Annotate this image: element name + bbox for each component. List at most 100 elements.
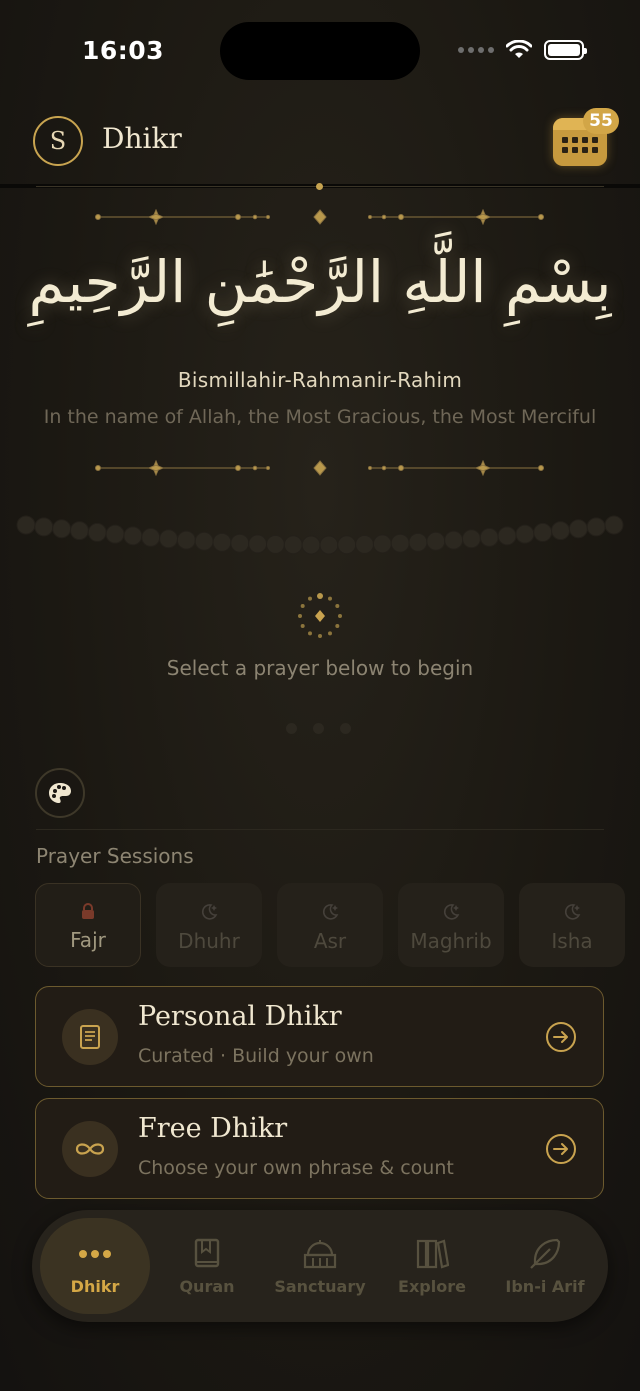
card-title: Free Dhikr bbox=[138, 1113, 288, 1144]
spinner-dot bbox=[335, 604, 340, 608]
bead bbox=[461, 529, 481, 549]
spinner-dot bbox=[300, 604, 305, 608]
bead bbox=[355, 534, 375, 554]
spinner-diamond bbox=[315, 610, 325, 622]
bead bbox=[444, 530, 464, 550]
tab-explore[interactable]: Explore bbox=[377, 1218, 487, 1314]
session-label: Fajr bbox=[70, 928, 106, 952]
spinner-dot bbox=[328, 596, 332, 601]
spinner-dot bbox=[328, 631, 332, 636]
arrow-right-circle-icon[interactable] bbox=[545, 1133, 577, 1165]
bead bbox=[390, 533, 410, 553]
bead bbox=[283, 535, 303, 555]
session-dhuhr[interactable]: Dhuhr bbox=[156, 883, 262, 967]
bead bbox=[69, 521, 89, 541]
free-dhikr-card[interactable]: Free Dhikr Choose your own phrase & coun… bbox=[35, 1098, 604, 1199]
spinner-dot bbox=[335, 624, 340, 628]
loading-spinner-icon bbox=[298, 593, 342, 638]
card-title: Personal Dhikr bbox=[138, 1001, 342, 1032]
bead bbox=[16, 515, 36, 535]
bead bbox=[604, 515, 624, 535]
status-time: 16:03 bbox=[82, 36, 165, 65]
bead bbox=[141, 527, 161, 547]
session-label: Maghrib bbox=[410, 929, 492, 953]
moon-star-icon bbox=[199, 901, 219, 923]
tab-label: Dhikr bbox=[70, 1276, 120, 1296]
bead bbox=[34, 517, 54, 537]
book-icon bbox=[62, 1009, 118, 1065]
select-prayer-prompt: Select a prayer below to begin bbox=[166, 656, 474, 680]
spinner-dot bbox=[338, 614, 342, 618]
feather-icon bbox=[528, 1237, 562, 1271]
mosque-icon bbox=[301, 1237, 339, 1271]
bead bbox=[265, 534, 285, 554]
verse-transliteration: Bismillahir-Rahmanir-Rahim bbox=[177, 368, 463, 392]
bead bbox=[551, 521, 571, 541]
bead bbox=[87, 522, 107, 542]
personal-dhikr-card[interactable]: Personal Dhikr Curated · Build your own bbox=[35, 986, 604, 1087]
session-label: Asr bbox=[313, 929, 347, 953]
book-icon bbox=[193, 1237, 221, 1271]
prayer-beads[interactable] bbox=[0, 508, 640, 558]
session-isha[interactable]: Isha bbox=[519, 883, 625, 967]
bead bbox=[426, 531, 446, 551]
prayer-sessions-heading: Prayer Sessions bbox=[36, 844, 194, 868]
section-divider bbox=[36, 829, 604, 830]
tab-bar: Dhikr Quran Sanctuary Explore Ibn-i Arif bbox=[32, 1210, 608, 1322]
theme-palette-button[interactable] bbox=[35, 768, 85, 818]
arrow-right-circle-icon[interactable] bbox=[545, 1021, 577, 1053]
spinner-dot bbox=[317, 593, 323, 599]
moon-star-icon bbox=[320, 901, 340, 923]
tab-label: Quran bbox=[179, 1276, 235, 1296]
bead bbox=[337, 535, 357, 555]
lock-icon bbox=[81, 900, 95, 922]
tab-label: Sanctuary bbox=[274, 1276, 366, 1296]
spinner-dot bbox=[308, 631, 312, 636]
bead bbox=[212, 532, 232, 552]
bead bbox=[105, 524, 125, 544]
battery-icon bbox=[544, 40, 587, 60]
session-asr[interactable]: Asr bbox=[277, 883, 383, 967]
bead bbox=[230, 533, 250, 553]
bead bbox=[408, 532, 428, 552]
moon-star-icon bbox=[562, 901, 582, 923]
verse-translation: In the name of Allah, the Most Gracious,… bbox=[43, 406, 597, 428]
bead bbox=[194, 531, 214, 551]
tab-label: Explore bbox=[398, 1276, 466, 1296]
tab-sanctuary[interactable]: Sanctuary bbox=[265, 1218, 375, 1314]
avatar[interactable]: S bbox=[33, 116, 83, 166]
page-indicator bbox=[286, 723, 351, 734]
bead bbox=[123, 526, 143, 546]
bead bbox=[372, 534, 392, 554]
bead bbox=[586, 517, 606, 537]
session-label: Isha bbox=[551, 929, 593, 953]
palette-icon bbox=[49, 783, 71, 803]
spinner-dot bbox=[298, 614, 302, 618]
wifi-icon bbox=[506, 40, 532, 58]
spinner-dot bbox=[318, 634, 322, 638]
bead bbox=[515, 524, 535, 544]
bead bbox=[176, 530, 196, 550]
header-divider-dot bbox=[316, 183, 323, 190]
bead bbox=[301, 535, 321, 555]
signal-icon bbox=[458, 47, 494, 53]
ornament-top bbox=[95, 209, 544, 225]
dots-icon bbox=[78, 1237, 112, 1271]
session-fajr[interactable]: Fajr bbox=[35, 883, 141, 967]
page-title: Dhikr bbox=[102, 122, 182, 155]
spinner-dot bbox=[300, 624, 305, 628]
tab-label: Ibn-i Arif bbox=[505, 1276, 585, 1296]
bead bbox=[497, 526, 517, 546]
tab-ibn-i-arif[interactable]: Ibn-i Arif bbox=[490, 1218, 600, 1314]
session-label: Dhuhr bbox=[178, 929, 240, 953]
card-subtitle: Curated · Build your own bbox=[138, 1045, 374, 1067]
bead bbox=[52, 519, 72, 539]
library-icon bbox=[415, 1237, 449, 1271]
dynamic-island bbox=[220, 22, 420, 80]
notification-badge: 55 bbox=[583, 108, 619, 134]
bead bbox=[319, 535, 339, 555]
prayer-sessions-list: Fajr Dhuhr Asr Maghrib Isha bbox=[35, 883, 625, 967]
session-maghrib[interactable]: Maghrib bbox=[398, 883, 504, 967]
tab-dhikr[interactable]: Dhikr bbox=[40, 1218, 150, 1314]
tab-quran[interactable]: Quran bbox=[152, 1218, 262, 1314]
